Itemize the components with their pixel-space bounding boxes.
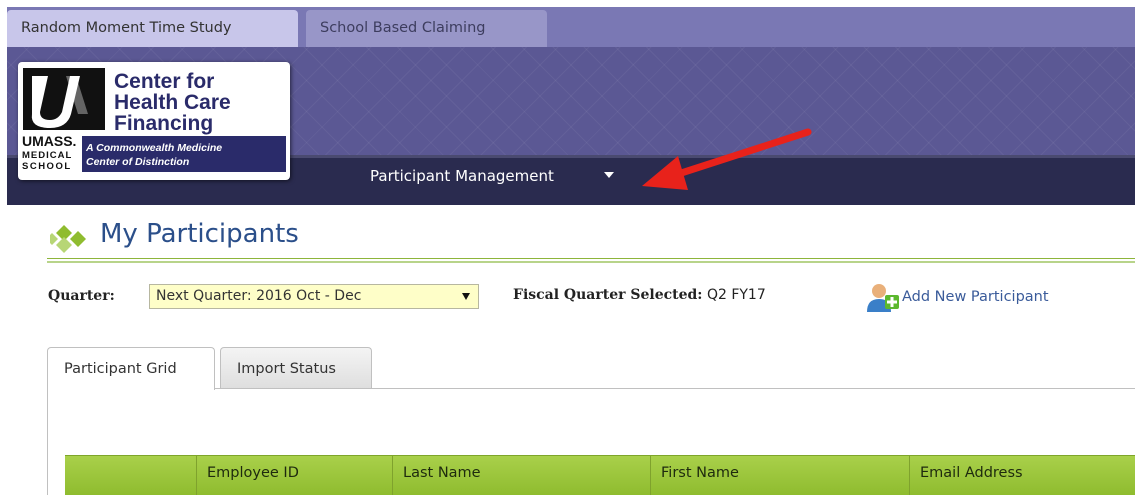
- add-user-icon[interactable]: [865, 282, 901, 314]
- dropdown-arrow-icon: [462, 293, 470, 300]
- page-title: My Participants: [100, 219, 299, 249]
- tab-participant-grid[interactable]: Participant Grid: [47, 347, 215, 390]
- app-tab-rmts[interactable]: Random Moment Time Study: [7, 10, 298, 47]
- svg-text:A Commonwealth Medicine: A Commonwealth Medicine: [85, 142, 222, 154]
- svg-text:Health Care: Health Care: [114, 91, 231, 114]
- fiscal-quarter-label: Fiscal Quarter Selected:: [513, 287, 703, 303]
- tab-import-status[interactable]: Import Status: [220, 347, 372, 389]
- grid-header-last-name[interactable]: Last Name: [392, 456, 650, 495]
- participant-management-menu[interactable]: Participant Management: [370, 167, 554, 185]
- svg-text:Financing: Financing: [114, 112, 213, 135]
- quarter-label: Quarter:: [48, 288, 115, 304]
- fiscal-quarter-value: Q2 FY17: [706, 287, 766, 303]
- grid-header-employee-id[interactable]: Employee ID: [196, 456, 392, 495]
- diamonds-icon: [50, 225, 86, 253]
- svg-text:SCHOOL: SCHOOL: [22, 161, 72, 172]
- grid-header-select[interactable]: [65, 456, 196, 495]
- grid-header-row: Employee ID Last Name First Name Email A…: [65, 455, 1135, 495]
- svg-text:MEDICAL: MEDICAL: [22, 150, 72, 161]
- caret-down-icon[interactable]: [604, 172, 614, 178]
- grid-header-email[interactable]: Email Address: [909, 456, 1135, 495]
- svg-text:Center for: Center for: [114, 70, 214, 93]
- svg-text:UMASS.: UMASS.: [22, 133, 76, 149]
- title-divider: [47, 258, 1135, 263]
- quarter-select-value: Next Quarter: 2016 Oct - Dec: [156, 288, 362, 304]
- fiscal-quarter-info: Fiscal Quarter Selected: Q2 FY17: [513, 287, 766, 303]
- red-arrow-icon: [642, 128, 812, 190]
- app-tab-strip: Random Moment Time Study School Based Cl…: [7, 7, 1135, 47]
- app-tab-sbc[interactable]: School Based Claiming: [306, 10, 547, 47]
- add-new-participant-link[interactable]: Add New Participant: [902, 289, 1049, 305]
- umass-chcf-logo: Center for Health Care Financing UMASS. …: [18, 62, 290, 180]
- quarter-select[interactable]: Next Quarter: 2016 Oct - Dec: [149, 284, 479, 309]
- tab-panel-border: [47, 389, 48, 495]
- grid-header-first-name[interactable]: First Name: [650, 456, 909, 495]
- svg-text:Center of Distinction: Center of Distinction: [86, 156, 189, 168]
